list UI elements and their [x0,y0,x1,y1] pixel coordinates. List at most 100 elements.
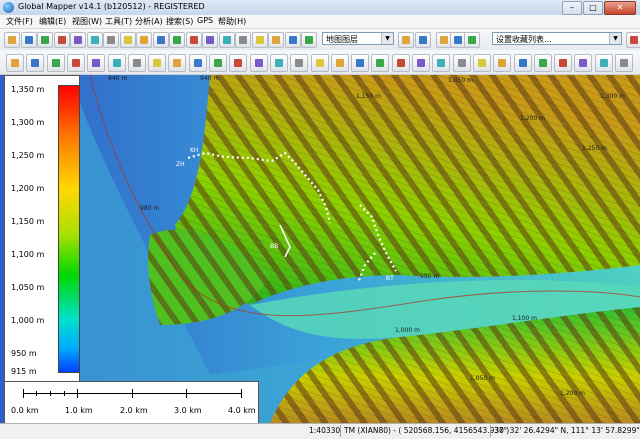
rotate-button[interactable] [269,54,288,72]
home-button[interactable] [136,32,152,48]
scale-tick [186,389,187,398]
legend-label: 1,300 m [11,118,45,127]
simplify-button[interactable] [371,54,390,72]
undo-button[interactable] [493,54,512,72]
measure-button[interactable] [152,32,169,48]
menu-view[interactable]: 视图(W) [72,16,102,27]
snap-button[interactable] [554,54,573,72]
chevron-down-icon[interactable]: ▼ [609,33,621,44]
3d-view-button[interactable] [268,32,284,48]
point-label: KH [190,147,199,154]
vertex-button[interactable] [202,32,218,48]
hand-button[interactable] [284,32,301,48]
route-button[interactable] [464,32,480,48]
scale-label: 0.0 km [11,406,39,415]
vertex-icon [206,36,214,44]
redo-button[interactable] [513,54,532,72]
save-button[interactable] [20,32,37,48]
chevron-down-icon[interactable]: ▼ [381,33,393,44]
shape-icon [71,59,80,67]
move-vertex-button[interactable] [594,54,613,72]
buffer-button[interactable] [209,54,227,72]
texture-button[interactable] [251,32,268,48]
edit-button[interactable] [185,32,202,48]
digitize-button[interactable] [169,32,185,48]
scale-button[interactable] [290,54,309,72]
menu-analysis[interactable]: 分析(A) [135,16,163,27]
scale-tick [64,391,65,396]
draw-line-button[interactable] [6,54,24,72]
image-button[interactable] [218,32,235,48]
density-button[interactable] [452,54,471,72]
menu-edit[interactable]: 编辑(E) [39,16,66,27]
grid-button[interactable] [574,54,593,72]
delete-button[interactable] [472,54,491,72]
reshape-button[interactable] [412,54,430,72]
edit-feature-button[interactable] [26,54,45,72]
play-button[interactable] [626,32,640,48]
bookmark-select[interactable]: 设置收藏列表... ▼ [492,32,622,45]
merge-button[interactable] [249,54,268,72]
scale-label: 4.0 km [228,406,256,415]
menu-help[interactable]: 帮助(H) [218,16,246,27]
map-view[interactable]: 940 m 940 m 1,050 m 1,150 m 1,200 m 1,25… [0,75,640,423]
menu-gps[interactable]: GPS [197,16,213,25]
redo-icon [518,59,527,67]
binoculars-button[interactable] [301,32,317,48]
digitizer-toolbar [0,50,640,75]
legend-label: 1,050 m [11,283,45,292]
split-button[interactable] [229,54,248,72]
grid-icon [579,59,588,67]
label-icon [132,59,141,67]
union-button[interactable] [310,54,329,72]
move-vertex-icon [599,59,608,67]
smooth-button[interactable] [391,54,410,72]
close-button[interactable]: ✕ [604,1,636,15]
elevation-color-ramp [58,85,80,373]
line-tool-button[interactable] [168,54,187,72]
node-button[interactable] [615,54,633,72]
feature-info-button[interactable] [87,54,106,72]
contour-label: 1,150 m [356,93,381,100]
bookmark-button[interactable] [398,32,414,48]
minimize-button[interactable]: – [562,1,582,15]
merge-icon [254,59,263,67]
contour-label: 1,050 m [470,375,495,382]
globe-button[interactable] [103,32,119,48]
layer-select[interactable]: 地图图层 ▼ [322,32,394,45]
move-button[interactable] [533,54,552,72]
menu-file[interactable]: 文件(F) [6,16,33,27]
point-label: ZH [176,161,185,168]
menu-search[interactable]: 搜索(S) [166,16,193,27]
print-button[interactable] [37,32,53,48]
move-icon [538,59,547,67]
zoom-out-button[interactable] [86,32,103,48]
legend-label: 1,100 m [11,250,45,259]
contour-button[interactable] [188,54,207,72]
zoom-in-button[interactable] [70,32,86,48]
cut-button[interactable] [330,54,349,72]
sun-button[interactable] [415,32,431,48]
intersect-button[interactable] [351,54,370,72]
legend-label: 950 m [11,349,37,358]
open-button[interactable] [4,32,20,48]
config-button[interactable] [53,32,70,48]
vertex-move-icon [51,59,60,67]
path-profile-button[interactable] [107,54,126,72]
maximize-button[interactable]: □ [583,1,603,15]
bookmark-icon [402,36,410,44]
intersect-icon [356,59,365,67]
layer-select-value: 地图图层 [326,35,358,44]
shape-button[interactable] [66,54,85,72]
path-button[interactable] [235,32,251,48]
contour-label: 940 m [108,75,128,82]
buffer-icon [214,59,222,67]
texture-icon [255,36,264,44]
layers-button[interactable] [119,32,136,48]
area-button[interactable] [148,54,167,72]
vertex-move-button[interactable] [46,54,65,72]
join-button[interactable] [432,54,451,72]
contour-label: 1,200 m [560,390,585,397]
label-button[interactable] [127,54,146,72]
menu-tools[interactable]: 工具(T) [105,16,132,27]
